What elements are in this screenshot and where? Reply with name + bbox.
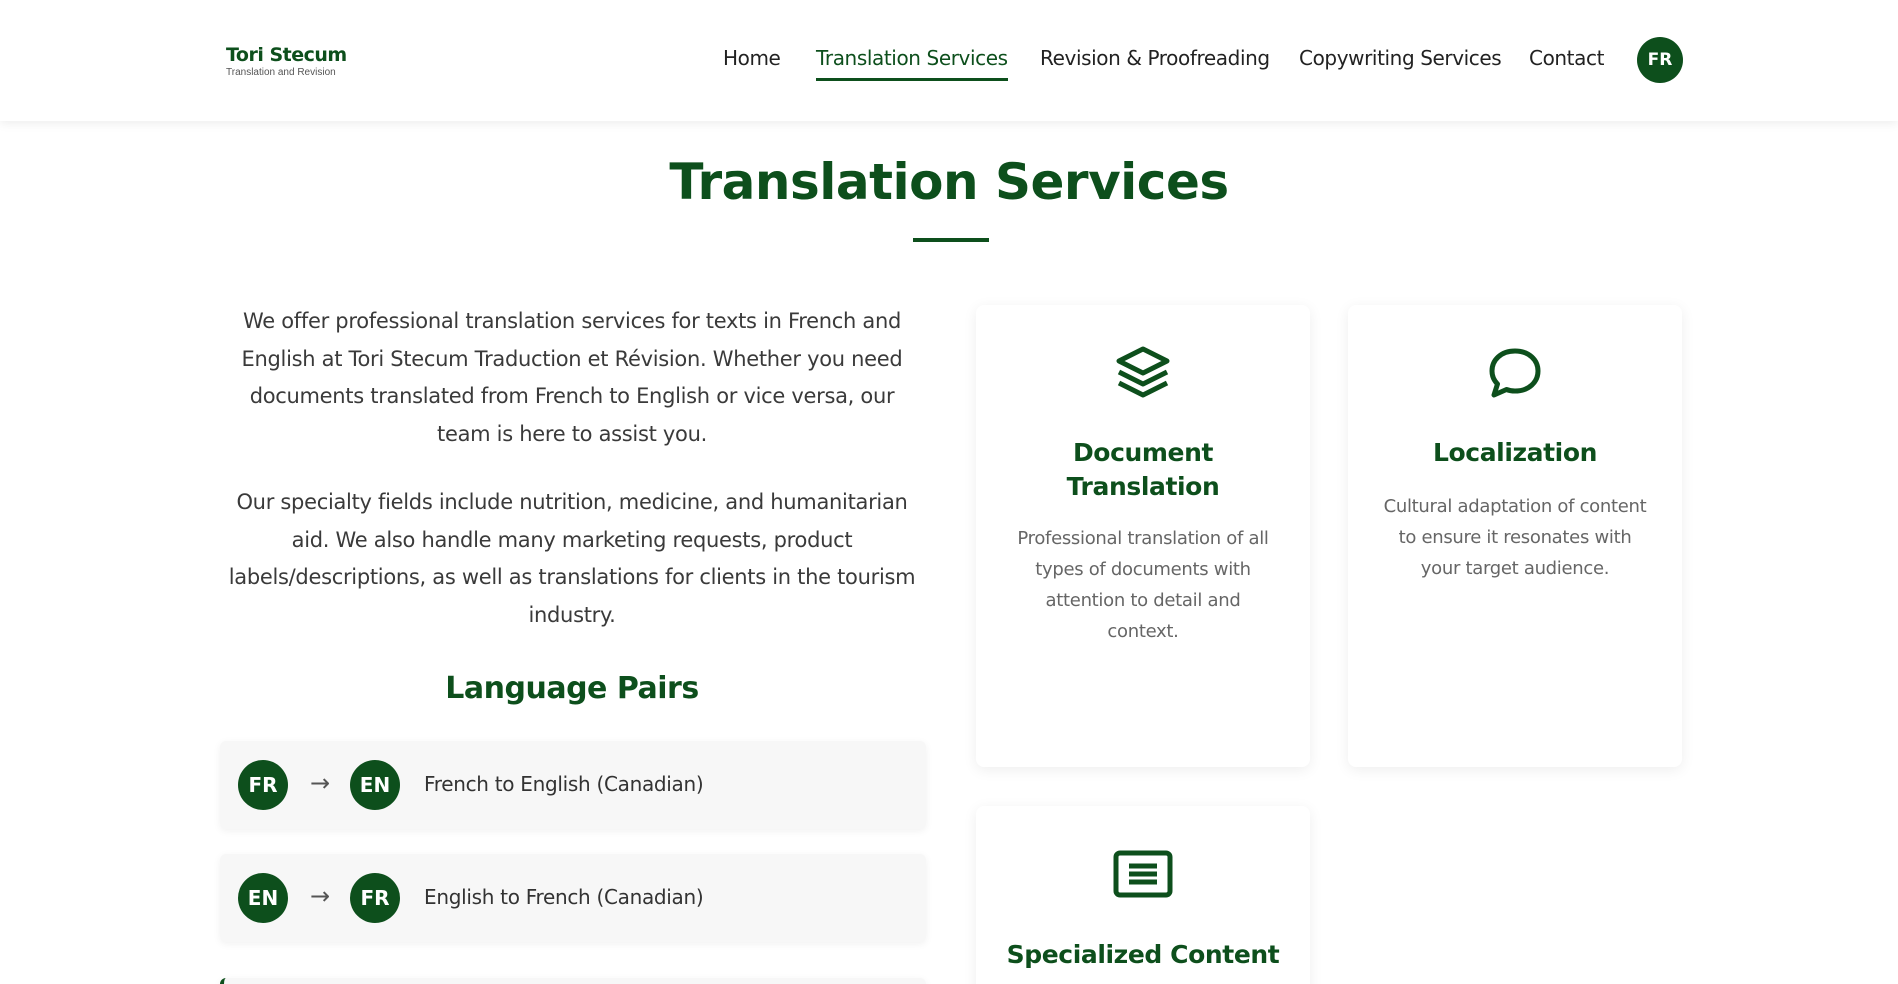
title-divider [913, 238, 989, 242]
text-box-icon [1113, 850, 1173, 898]
language-pair-label: French to English (Canadian) [424, 772, 704, 796]
nav-translation-services[interactable]: Translation Services [816, 46, 1008, 81]
site-header: Tori Stecum Translation and Revision Hom… [0, 0, 1898, 121]
language-pair-partial [220, 978, 926, 984]
intro-paragraph-2: Our specialty fields include nutrition, … [228, 490, 916, 627]
language-pair-en-fr[interactable]: EN → FR English to French (Canadian) [220, 854, 926, 942]
service-card-localization: Localization Cultural adaptation of cont… [1348, 305, 1682, 767]
language-pair-label: English to French (Canadian) [424, 885, 704, 909]
language-badge-to: FR [350, 873, 400, 923]
page-title: Translation Services [669, 153, 1229, 211]
language-badge-from: EN [238, 873, 288, 923]
nav-copywriting-services[interactable]: Copywriting Services [1299, 46, 1502, 70]
arrow-right-icon: → [310, 769, 331, 797]
service-description: Cultural adaptation of content to ensure… [1383, 496, 1647, 579]
speech-bubble-icon [1489, 348, 1541, 398]
nav-contact[interactable]: Contact [1529, 46, 1604, 70]
language-toggle-button[interactable]: FR [1637, 37, 1683, 83]
nav-home[interactable]: Home [723, 46, 781, 70]
service-description: Professional translation of all types of… [1017, 528, 1269, 642]
arrow-right-icon: → [310, 882, 331, 910]
service-title: Specialized Content [1006, 940, 1280, 969]
language-pairs-heading: Language Pairs [445, 671, 699, 706]
language-pair-fr-en[interactable]: FR → EN French to English (Canadian) [220, 741, 926, 829]
layers-icon [1116, 346, 1170, 398]
service-title: Localization [1432, 438, 1598, 467]
service-title: Document Translation [1066, 438, 1220, 501]
language-badge-to: EN [350, 760, 400, 810]
main-nav: Home Translation Services Revision & Pro… [0, 0, 1898, 121]
service-card-document-translation: Document Translation Professional transl… [976, 305, 1310, 767]
service-card-specialized-content: Specialized Content [976, 806, 1310, 984]
language-badge-from: FR [238, 760, 288, 810]
intro-paragraph-1: We offer professional translation servic… [241, 309, 903, 446]
nav-revision-proofreading[interactable]: Revision & Proofreading [1040, 46, 1270, 70]
